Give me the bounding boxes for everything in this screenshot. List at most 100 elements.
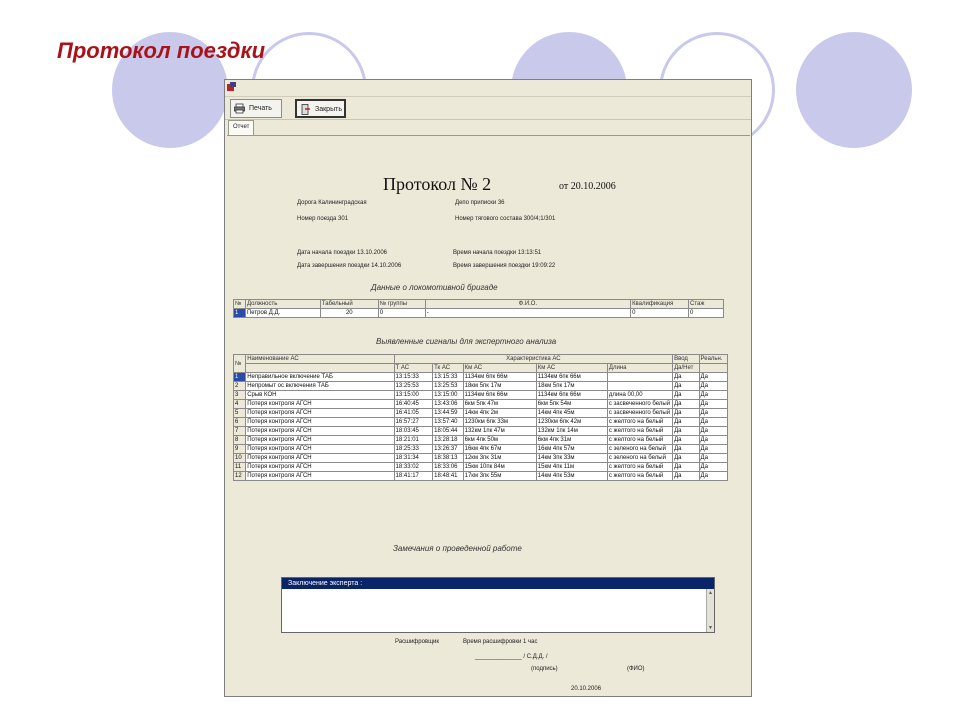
signals-cell: 16:41:05 [393, 408, 434, 418]
signals-cell: 9 [232, 444, 247, 454]
window-titlebar [225, 80, 751, 97]
signals-cell: с зеленого на белый [606, 444, 674, 454]
signals-cell: 13:15:33 [393, 372, 434, 382]
signals-cell: 14км 4пк 53м [535, 471, 608, 481]
signals-cell: 13:57:40 [432, 417, 464, 427]
table-row[interactable]: 10 Потеря контроля АГСН 18:31:34 18:38:13 12… [232, 453, 728, 463]
app-icon [227, 82, 236, 91]
signals-cell: 13:44:59 [432, 408, 464, 418]
decor-circle-6 [796, 32, 912, 148]
signals-cell: 13:26:37 [432, 444, 464, 454]
signals-sub-len: Длина [606, 363, 674, 373]
signals-cell: Да [672, 426, 700, 436]
signals-cell [606, 381, 674, 391]
signals-cell: с желтого на белый [606, 426, 674, 436]
signals-sub-km1: Км АС [462, 363, 537, 373]
table-row[interactable]: 11 Потеря контроля АГСН 18:33:02 18:33:06 15… [232, 462, 728, 472]
signals-cell: 8 [232, 435, 247, 445]
close-button[interactable]: Закрыть [295, 99, 346, 118]
crew-cell: 0 [377, 308, 426, 318]
signals-cell [606, 372, 674, 382]
crew-table: № Должность Табельный № группы Ф.И.О. Кв… [233, 299, 724, 318]
signals-cell: 13:15:00 [393, 390, 434, 400]
signals-cell: с засвеченного белый [606, 408, 674, 418]
start-date-field: Дата начала поездки 13.10.2006 [297, 250, 388, 256]
table-row[interactable]: 6 Потеря контроля АГСН 16:57:27 13:57:40 123… [232, 417, 728, 427]
end-date-field: Дата завершения поездки 14.10.2006 [297, 263, 402, 269]
tab-strip: Отчет [225, 120, 751, 135]
signals-cell: 6км 5пк 47м [462, 399, 537, 409]
table-row[interactable]: 8 Потеря контроля АГСН 18:21:01 13:28:18 6км… [232, 435, 728, 445]
crew-cell: 0 [688, 308, 724, 318]
signals-cell: 14км 4пк 45м [535, 408, 608, 418]
crew-cell: - [424, 308, 632, 318]
signals-cell: Потеря контроля АГСН [245, 417, 395, 427]
signals-cell: Потеря контроля АГСН [245, 426, 395, 436]
signals-cell: 12км 3пк 31м [462, 453, 537, 463]
signals-cell: Да [672, 462, 700, 472]
signals-cell: Да [698, 444, 728, 454]
footer-fio-caption: (ФИО) [627, 666, 645, 672]
signals-cell: 132км 1пк 47м [462, 426, 537, 436]
scroll-up-icon[interactable]: ▲ [708, 590, 713, 596]
footer-signature-caption: (подпись) [531, 666, 558, 672]
signals-table: № Наименование АС Характеристика АС Ввод… [232, 354, 728, 481]
road-field: Дорога Калининградская [297, 200, 367, 206]
signals-cell: 18:48:41 [432, 471, 464, 481]
signals-cell: 13:28:18 [432, 435, 464, 445]
signals-cell: Потеря контроля АГСН [245, 399, 395, 409]
signals-cell: Да [698, 471, 728, 481]
table-row[interactable]: 1 Неправильное включение ТАБ 13:15:33 13:15… [232, 372, 728, 382]
signals-cell: Да [698, 462, 728, 472]
table-row[interactable]: 5 Потеря контроля АГСН 16:41:05 13:44:59 14к… [232, 408, 728, 418]
tab-report[interactable]: Отчет [228, 120, 255, 135]
signals-cell: Неправильное включение ТАБ [245, 372, 395, 382]
signals-cell: с желтого на белый [606, 417, 674, 427]
print-button[interactable]: Печать [230, 99, 282, 118]
signals-cell: Непромыт ос включения ТАБ [245, 381, 395, 391]
signals-cell: Да [698, 372, 728, 382]
table-row[interactable]: 4 Потеря контроля АГСН 16:40:45 13:43:06 6км… [232, 399, 728, 409]
signals-cell: 1134км 6пк 66м [535, 390, 608, 400]
signals-cell: Да [672, 381, 700, 391]
scroll-down-icon[interactable]: ▼ [708, 625, 713, 631]
signals-cell: 1134км 6пк 66м [462, 372, 537, 382]
signals-cell: 13:15:00 [432, 390, 464, 400]
table-row[interactable]: 9 Потеря контроля АГСН 18:25:33 13:26:37 16к… [232, 444, 728, 454]
signals-cell: Да [698, 381, 728, 391]
report-date: от 20.10.2006 [559, 181, 616, 192]
signals-cell: Да [672, 417, 700, 427]
signals-cell: 13:43:06 [432, 399, 464, 409]
expert-scrollbar[interactable]: ▲ ▼ [706, 589, 714, 632]
signals-cell: 13:15:33 [432, 372, 464, 382]
table-row[interactable]: 1 Петров Д.Д. 20 0 - 0 0 [233, 308, 724, 318]
signals-cell: 1134км 6пк 66м [535, 372, 608, 382]
signals-cell: 132км 1пк 14м [535, 426, 608, 436]
table-row[interactable]: 7 Потеря контроля АГСН 18:03:45 18:05:44 132… [232, 426, 728, 436]
signals-cell: Потеря контроля АГСН [245, 435, 395, 445]
end-time-field: Время завершения поездки 19:09:22 [453, 263, 556, 269]
expert-conclusion-input[interactable] [282, 589, 706, 632]
signals-cell: 11 [232, 462, 247, 472]
signals-cell: 4 [232, 399, 247, 409]
signals-cell: 18:41:17 [393, 471, 434, 481]
table-row[interactable]: 3 Срыв КОН 13:15:00 13:15:00 1134км 6пк 66м 1… [232, 390, 728, 400]
signals-cell: 7 [232, 426, 247, 436]
signals-cell: Да [672, 372, 700, 382]
signals-cell: Да [698, 408, 728, 418]
door-exit-icon [301, 104, 310, 115]
signals-cell: Потеря контроля АГСН [245, 408, 395, 418]
signals-cell: Да [698, 453, 728, 463]
crew-col-fio: Ф.И.О. [424, 299, 632, 309]
crew-col-exp: Стаж [688, 299, 724, 309]
start-time-field: Время начала поездки 13:13:51 [453, 250, 542, 256]
signals-col-num: № [232, 354, 247, 373]
printer-icon [234, 103, 245, 114]
signals-cell: 1230км 6пк 33м [462, 417, 537, 427]
signals-cell: 6км 4пк 50м [462, 435, 537, 445]
signals-cell: 18:33:06 [432, 462, 464, 472]
signals-cell: 6км 4пк 31м [535, 435, 608, 445]
table-row[interactable]: 2 Непромыт ос включения ТАБ 13:25:53 13:25:… [232, 381, 728, 391]
crew-cell: 0 [630, 308, 690, 318]
table-row[interactable]: 12 Потеря контроля АГСН 18:41:17 18:48:41 17… [232, 471, 728, 481]
